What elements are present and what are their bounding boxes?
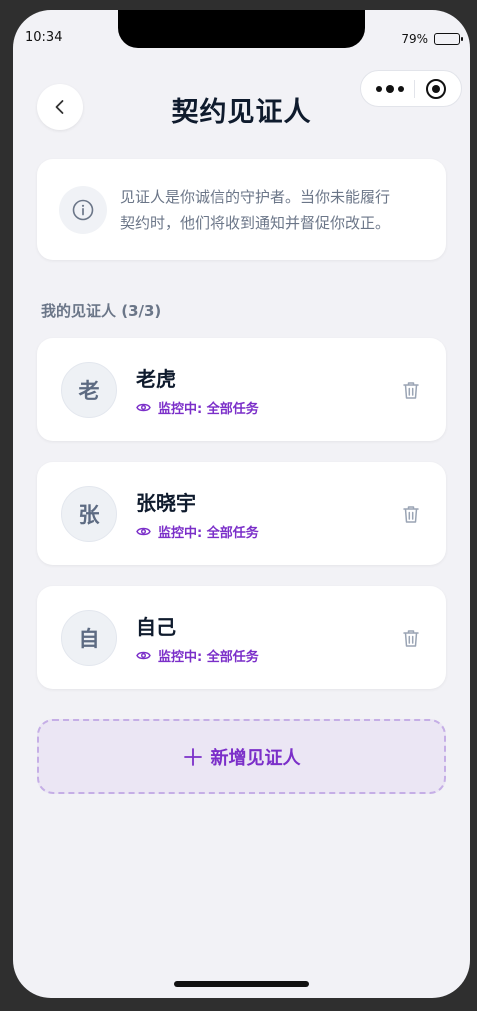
eye-icon	[136, 651, 151, 659]
avatar: 自	[61, 609, 117, 666]
witness-name: 老虎	[136, 366, 176, 391]
witness-info: 老虎 监控中: 全部任务	[136, 363, 400, 417]
status-time: 10:34	[25, 30, 63, 45]
witness-status-text: 监控中: 全部任务	[158, 401, 259, 417]
battery-percent: 79%	[401, 32, 428, 46]
page-title: 契约见证人	[171, 97, 312, 128]
status-right: 79%	[401, 32, 463, 46]
section-label: 我的见证人 (3/3)	[41, 302, 162, 320]
witness-status-text: 监控中: 全部任务	[158, 525, 259, 541]
witness-name: 自己	[136, 614, 176, 639]
witness-info: 张晓宇 监控中: 全部任务	[136, 487, 400, 541]
witness-info: 自己 监控中: 全部任务	[136, 611, 400, 665]
trash-icon	[403, 629, 419, 647]
notch	[118, 10, 365, 48]
avatar: 老	[61, 361, 117, 418]
add-witness-button[interactable]: 新增见证人	[37, 719, 446, 794]
info-card: 见证人是你诚信的守护者。当你未能履行 契约时，他们将收到通知并督促你改正。	[37, 159, 446, 260]
battery-icon	[434, 33, 463, 45]
eye-icon	[136, 403, 151, 411]
witness-status-text: 监控中: 全部任务	[158, 649, 259, 665]
witness-card[interactable]: 老 老虎 监控中: 全部任务	[37, 338, 446, 441]
witness-status: 监控中: 全部任务	[136, 398, 400, 417]
trash-icon	[403, 505, 419, 523]
info-text: 见证人是你诚信的守护者。当你未能履行 契约时，他们将收到通知并督促你改正。	[120, 184, 390, 236]
witness-card[interactable]: 自 自己 监控中: 全部任务	[37, 586, 446, 689]
plus-icon	[183, 747, 202, 766]
trash-icon	[403, 381, 419, 399]
witness-status: 监控中: 全部任务	[136, 646, 400, 665]
info-line-1: 见证人是你诚信的守护者。当你未能履行	[120, 187, 391, 206]
add-witness-label: 新增见证人	[210, 747, 301, 769]
info-icon-wrap	[59, 185, 107, 234]
witness-name: 张晓宇	[136, 490, 196, 515]
eye-icon	[136, 527, 151, 535]
info-icon	[72, 199, 94, 220]
witness-status: 监控中: 全部任务	[136, 522, 400, 541]
phone-screen: 10:34 79% 契约见证人 见证人是你诚信的守护者。当你未能履行 契约时，他…	[13, 10, 470, 998]
delete-button[interactable]	[400, 503, 422, 525]
delete-button[interactable]	[400, 379, 422, 401]
avatar: 张	[61, 485, 117, 542]
witness-card[interactable]: 张 张晓宇 监控中: 全部任务	[37, 462, 446, 565]
delete-button[interactable]	[400, 627, 422, 649]
info-line-2: 契约时，他们将收到通知并督促你改正。	[120, 213, 391, 232]
home-indicator[interactable]	[174, 981, 309, 987]
